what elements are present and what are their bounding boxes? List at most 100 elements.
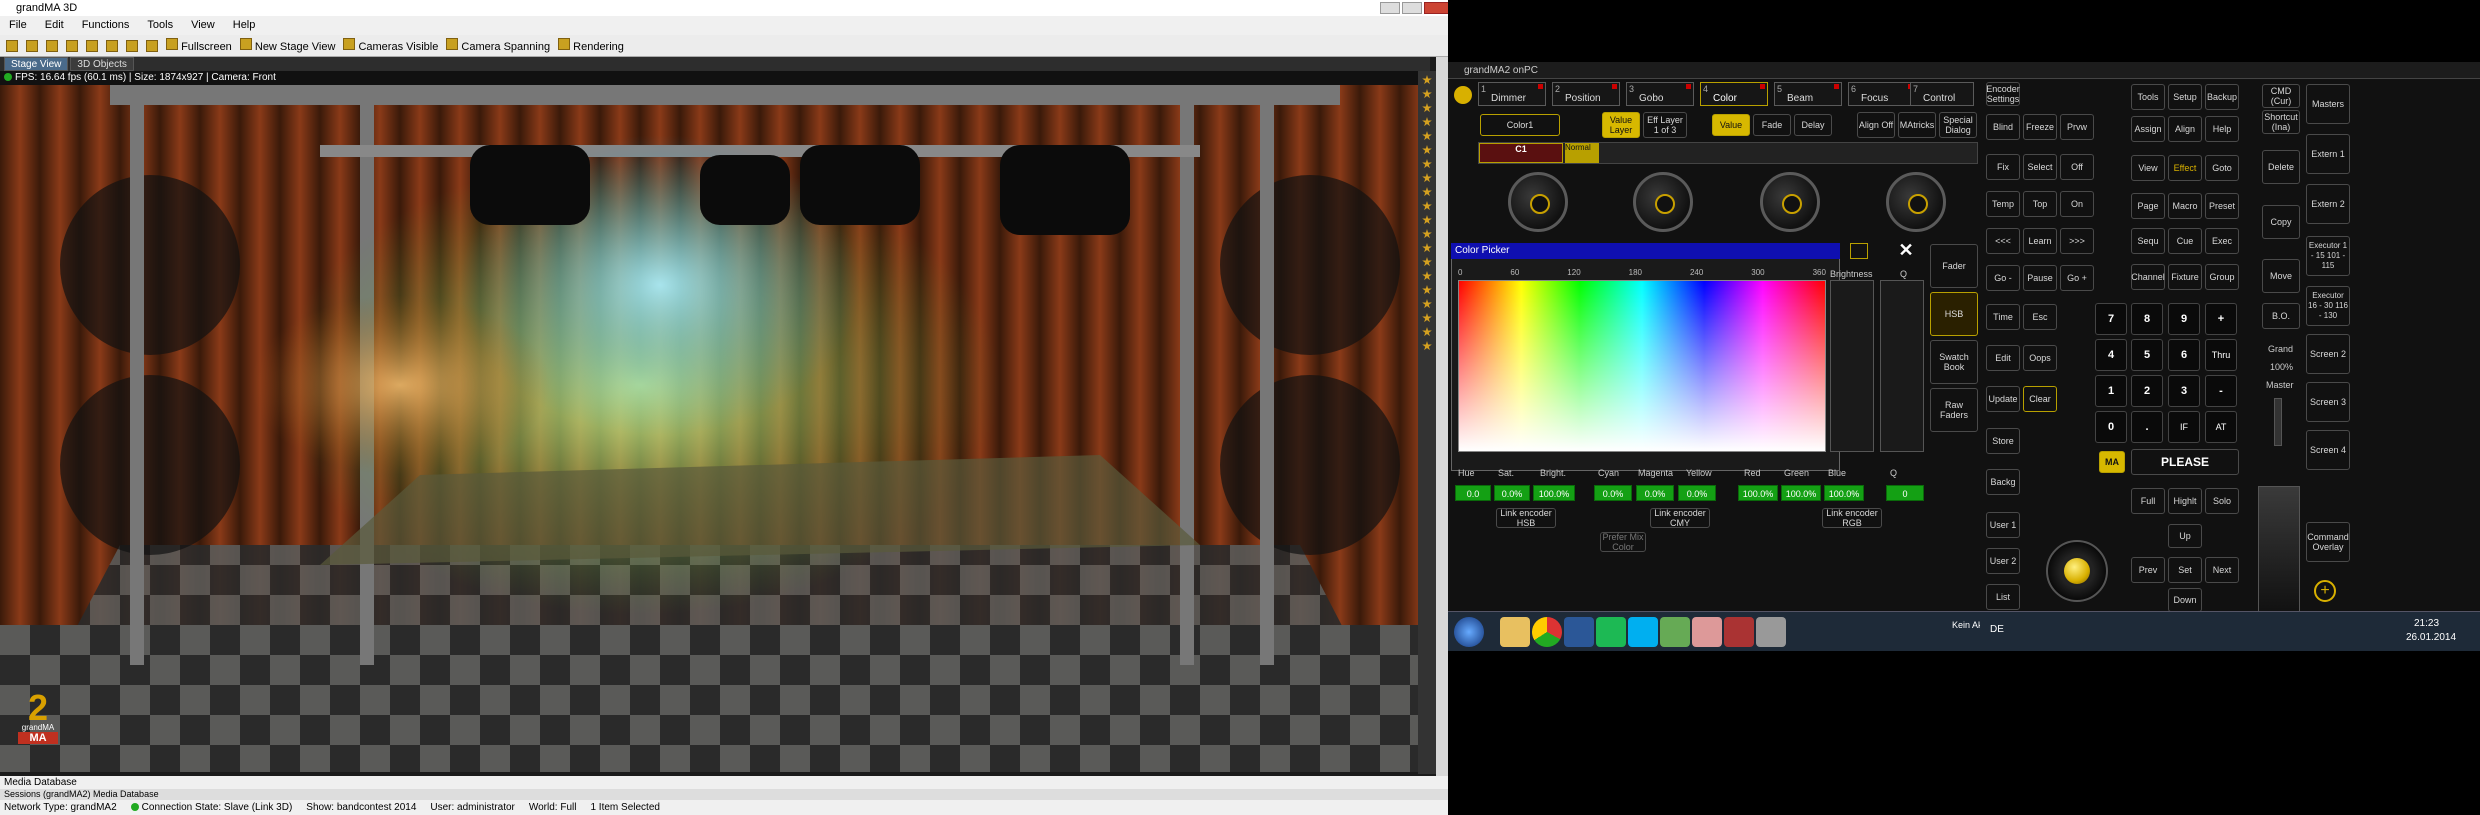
q-slider[interactable] — [1880, 280, 1924, 452]
menu-edit[interactable]: Edit — [36, 16, 73, 35]
media-database-tabs[interactable]: Sessions (grandMA2) Media Database — [0, 789, 1448, 800]
up-button[interactable]: Up — [2168, 524, 2202, 548]
q-value[interactable]: 0 — [1886, 485, 1924, 501]
assign-button[interactable]: Assign — [2131, 116, 2165, 142]
encoder-settings-button[interactable]: Encoder Settings — [1986, 82, 2020, 106]
start-icon[interactable] — [1454, 617, 1484, 647]
encoder-knob-1[interactable] — [1508, 172, 1568, 232]
language-indicator[interactable]: DE — [1990, 624, 2004, 635]
set-button[interactable]: Set — [2168, 557, 2202, 583]
menu-file[interactable]: File — [0, 16, 36, 35]
on-button[interactable]: On — [2060, 191, 2094, 217]
user1-button[interactable]: User 1 — [1986, 512, 2020, 538]
fixture-button[interactable]: Fixture — [2168, 264, 2202, 290]
blind-button[interactable]: Blind — [1986, 114, 2020, 140]
star-icon[interactable] — [1422, 313, 1432, 323]
link-encoder-cmy[interactable]: Link encoder CMY — [1650, 508, 1710, 528]
tab-position[interactable]: 2 Position — [1552, 82, 1620, 106]
page-button[interactable]: Page — [2131, 193, 2165, 219]
brightness-slider[interactable] — [1830, 280, 1874, 452]
group-button[interactable]: Group — [2205, 264, 2239, 290]
esc-button[interactable]: Esc — [2023, 304, 2057, 330]
learn-button[interactable]: Learn — [2023, 228, 2057, 254]
sequ-button[interactable]: Sequ — [2131, 228, 2165, 254]
channel-button[interactable]: Channel — [2131, 264, 2165, 290]
key-1[interactable]: 1 — [2095, 375, 2127, 407]
update-button[interactable]: Update — [1986, 386, 2020, 412]
key-dot[interactable]: . — [2131, 411, 2163, 443]
store-button[interactable]: Store — [1986, 428, 2020, 454]
full-button[interactable]: Full — [2131, 488, 2165, 514]
key-plus[interactable]: + — [2205, 303, 2237, 335]
time-button[interactable]: Time — [1986, 304, 2020, 330]
copy-button[interactable]: Copy — [2262, 205, 2300, 239]
key-3[interactable]: 3 — [2168, 375, 2200, 407]
star-icon[interactable] — [1422, 103, 1432, 113]
backg-button[interactable]: Backg — [1986, 469, 2020, 495]
key-7[interactable]: 7 — [2095, 303, 2127, 335]
key-6[interactable]: 6 — [2168, 339, 2200, 371]
edit-button[interactable]: Edit — [1986, 345, 2020, 371]
minecraft-icon[interactable] — [1660, 617, 1690, 647]
close-button[interactable] — [1424, 2, 1450, 14]
swatch-book-button[interactable]: Swatch Book — [1930, 340, 1978, 384]
green-value[interactable]: 100.0% — [1781, 485, 1821, 501]
menu-view[interactable]: View — [182, 16, 224, 35]
key-minus[interactable]: - — [2205, 375, 2237, 407]
exec-button[interactable]: Exec — [2205, 228, 2239, 254]
back-button[interactable]: <<< — [1986, 228, 2020, 254]
key-9[interactable]: 9 — [2168, 303, 2200, 335]
hue-value[interactable]: 0.0 — [1455, 485, 1491, 501]
list-button[interactable]: List — [1986, 584, 2020, 610]
undo-icon[interactable] — [86, 39, 98, 52]
fade-button[interactable]: Fade — [1753, 114, 1791, 136]
prefer-mix-color[interactable]: Prefer Mix Color — [1600, 532, 1646, 552]
yellow-value[interactable]: 0.0% — [1678, 485, 1716, 501]
word-icon[interactable] — [1564, 617, 1594, 647]
tab-gobo[interactable]: 3 Gobo — [1626, 82, 1694, 106]
tab-stage-view[interactable]: Stage View — [4, 57, 69, 71]
delete-button[interactable]: Delete — [2262, 150, 2300, 184]
fader-strip[interactable] — [2258, 486, 2300, 614]
key-8[interactable]: 8 — [2131, 303, 2163, 335]
forward-button[interactable]: >>> — [2060, 228, 2094, 254]
explorer-icon[interactable] — [1500, 617, 1530, 647]
scale-icon[interactable] — [146, 39, 158, 52]
key-0[interactable]: 0 — [2095, 411, 2127, 443]
preset-button[interactable]: Preset — [2205, 193, 2239, 219]
encoder-knob-3[interactable] — [1760, 172, 1820, 232]
color1-button[interactable]: Color1 — [1480, 114, 1560, 136]
vertical-scrollbar[interactable] — [1436, 57, 1448, 777]
next-button[interactable]: Next — [2205, 557, 2239, 583]
cue-button[interactable]: Cue — [2168, 228, 2202, 254]
app-icon[interactable] — [1692, 617, 1722, 647]
screen4-button[interactable]: Screen 4 — [2306, 430, 2350, 470]
go-plus-button[interactable]: Go + — [2060, 265, 2094, 291]
chrome-icon[interactable] — [1532, 617, 1562, 647]
move-icon[interactable] — [106, 39, 118, 52]
star-icon[interactable] — [1422, 299, 1432, 309]
menu-help[interactable]: Help — [224, 16, 265, 35]
grandma-onpc-icon[interactable] — [1756, 617, 1786, 647]
move-button[interactable]: Move — [2262, 259, 2300, 293]
oops-button[interactable]: Oops — [2023, 345, 2057, 371]
backup-button[interactable]: Backup — [2205, 84, 2239, 110]
user2-button[interactable]: User 2 — [1986, 548, 2020, 574]
grandma-3d-icon[interactable] — [1724, 617, 1754, 647]
key-at[interactable]: AT — [2205, 411, 2237, 443]
grand-master-fader[interactable] — [2274, 398, 2282, 446]
cmd-button[interactable]: CMD (Cur) — [2262, 84, 2300, 108]
effect-button[interactable]: Effect — [2168, 155, 2202, 181]
prvw-button[interactable]: Prvw — [2060, 114, 2094, 140]
solo-button[interactable]: Solo — [2205, 488, 2239, 514]
key-2[interactable]: 2 — [2131, 375, 2163, 407]
add-icon[interactable]: + — [2314, 580, 2336, 602]
tab-color[interactable]: 4 Color — [1700, 82, 1768, 106]
delay-button[interactable]: Delay — [1794, 114, 1832, 136]
star-icon[interactable] — [1422, 75, 1432, 85]
down-button[interactable]: Down — [2168, 588, 2202, 612]
clear-button[interactable]: Clear — [2023, 386, 2057, 412]
menu-tools[interactable]: Tools — [138, 16, 182, 35]
screen2-button[interactable]: Screen 2 — [2306, 334, 2350, 374]
align-button[interactable]: Align — [2168, 116, 2202, 142]
